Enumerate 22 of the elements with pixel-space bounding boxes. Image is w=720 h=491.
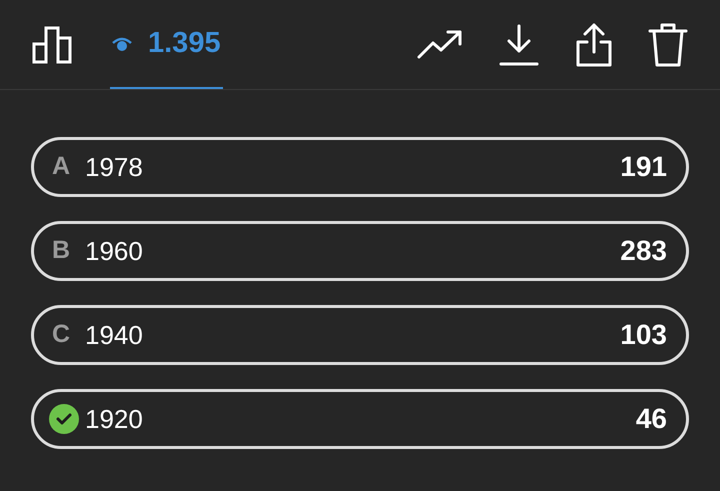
option-label: 1940 [85,318,144,352]
option-label: 1960 [85,234,144,268]
answer-option[interactable]: C 1940 103 [31,305,689,365]
check-icon [48,403,80,435]
answer-option[interactable]: 1920 46 [31,389,689,449]
share-icon[interactable] [574,22,614,68]
option-letter: A [50,151,72,182]
option-letter: C [50,319,72,350]
eye-icon [112,36,132,52]
answer-option[interactable]: B 1960 283 [31,221,689,281]
answer-option[interactable]: A 1978 191 [31,137,689,197]
option-label: 1978 [85,150,144,184]
download-icon[interactable] [498,22,540,66]
views-tab[interactable]: 1.395 [110,0,223,89]
trend-icon[interactable] [416,28,464,60]
trash-icon[interactable] [648,22,688,68]
vote-count: 103 [620,318,667,352]
option-label: 1920 [85,402,144,436]
vote-count: 191 [620,150,667,184]
vote-count: 46 [636,402,667,436]
option-letter: B [50,235,72,266]
vote-count: 283 [620,234,667,268]
